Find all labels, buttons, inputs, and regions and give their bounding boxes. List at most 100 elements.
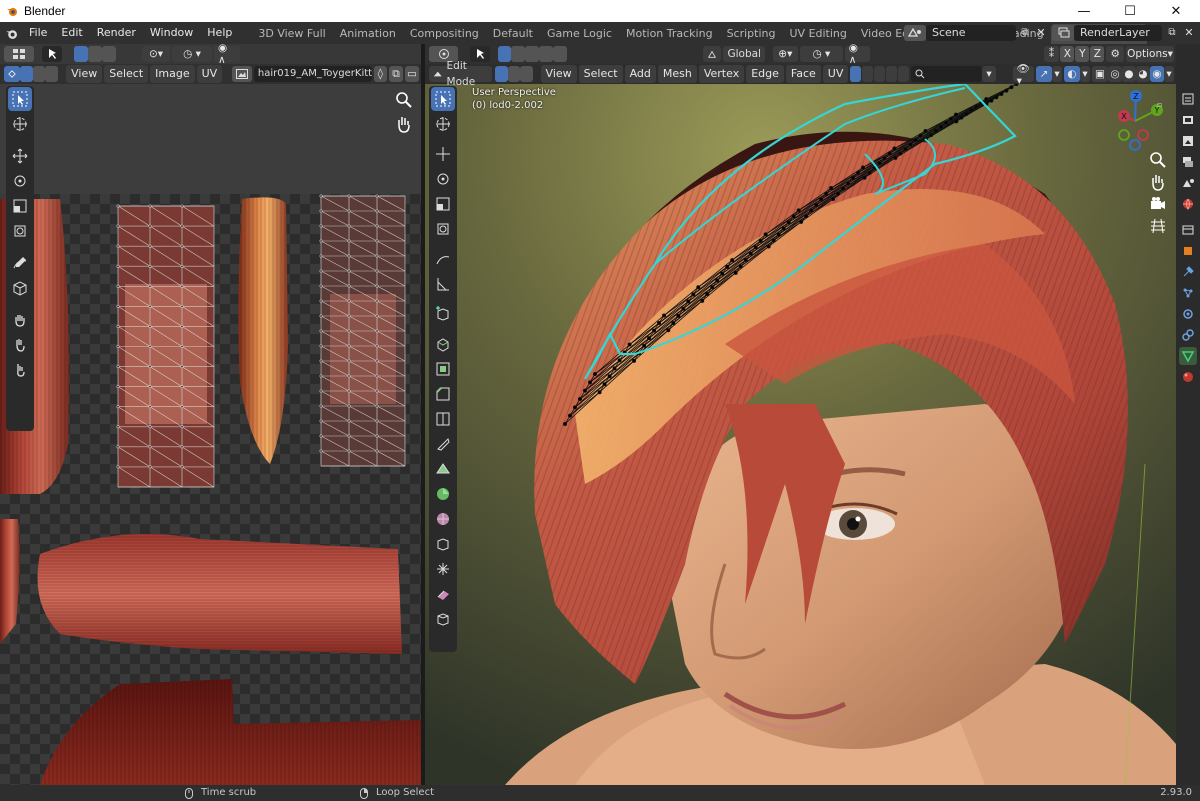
viewport-menu-add[interactable]: Add bbox=[624, 65, 656, 83]
properties-output-icon[interactable] bbox=[1179, 132, 1197, 150]
tab-game-logic[interactable]: Game Logic bbox=[540, 24, 619, 44]
vp-spin-tool-icon[interactable] bbox=[431, 482, 455, 506]
visibility-icon[interactable]: 👁▾ bbox=[1012, 63, 1034, 87]
maximize-button[interactable]: ☐ bbox=[1107, 0, 1153, 22]
edge-select-mode-icon[interactable] bbox=[507, 66, 521, 82]
proportional-icon[interactable]: ◉ ∧ bbox=[844, 44, 871, 66]
pivot-icon[interactable]: ⊕▾ bbox=[772, 46, 799, 62]
properties-modifier-icon[interactable] bbox=[1179, 263, 1197, 281]
tweak-select-tool-icon[interactable] bbox=[8, 87, 32, 111]
vp-poly-build-tool-icon[interactable] bbox=[431, 457, 455, 481]
search-field[interactable] bbox=[911, 66, 983, 82]
material-shading-icon[interactable]: ◕ bbox=[1135, 66, 1150, 82]
properties-view-layer-icon[interactable] bbox=[1179, 153, 1197, 171]
editor-type-button[interactable] bbox=[4, 46, 34, 62]
menu-file[interactable]: File bbox=[22, 22, 54, 44]
transform-tool-icon[interactable] bbox=[8, 219, 32, 243]
vp-cursor-tool-icon[interactable] bbox=[431, 112, 455, 136]
properties-particles-icon[interactable] bbox=[1179, 284, 1197, 302]
select-mode-new-icon[interactable] bbox=[74, 46, 88, 62]
cage-tool-icon[interactable] bbox=[8, 276, 32, 300]
overlay-dropdown-icon[interactable]: ▾ bbox=[1079, 66, 1090, 82]
image-browse-icon[interactable] bbox=[231, 66, 252, 82]
material-slot-icon[interactable] bbox=[850, 66, 862, 82]
viewport-canvas[interactable] bbox=[425, 44, 1176, 785]
transform-orientation-icon[interactable] bbox=[703, 46, 722, 62]
viewport-menu-edge[interactable]: Edge bbox=[746, 65, 784, 83]
properties-data-icon[interactable] bbox=[1179, 347, 1197, 365]
vp-edge-slide-tool-icon[interactable] bbox=[431, 532, 455, 556]
properties-scene-icon[interactable] bbox=[1179, 174, 1197, 192]
vp-add-cube-tool-icon[interactable] bbox=[431, 302, 455, 326]
vp-rotate-tool-icon[interactable] bbox=[431, 167, 455, 191]
viewport-select-new-icon[interactable] bbox=[497, 46, 512, 62]
vertex-select-mode-icon[interactable] bbox=[495, 66, 508, 82]
rotate-tool-icon[interactable] bbox=[8, 169, 32, 193]
shading-icon-d[interactable] bbox=[898, 66, 910, 82]
uv-menu-select[interactable]: Select bbox=[104, 65, 149, 83]
viewport-select-subtract-icon[interactable] bbox=[525, 46, 539, 62]
image-name-field[interactable]: hair019_AM_ToygerKitten_S3conv.dds bbox=[253, 66, 372, 82]
pinch-tool-icon[interactable] bbox=[8, 358, 32, 382]
uv-face-mode-icon[interactable] bbox=[45, 66, 58, 82]
close-button[interactable]: ✕ bbox=[1153, 0, 1199, 22]
vp-extrude-tool-icon[interactable] bbox=[431, 332, 455, 356]
gizmo-dropdown-icon[interactable]: ▾ bbox=[1051, 66, 1062, 82]
solid-shading-icon[interactable]: ● bbox=[1121, 66, 1136, 82]
properties-physics-icon[interactable] bbox=[1179, 305, 1197, 323]
tab-compositing[interactable]: Compositing bbox=[403, 24, 486, 44]
uv-pan-icon[interactable] bbox=[394, 114, 414, 134]
vp-annotate-tool-icon[interactable] bbox=[431, 247, 455, 271]
vp-knife-tool-icon[interactable] bbox=[431, 432, 455, 456]
shading-icon-b[interactable] bbox=[874, 66, 886, 82]
move-tool-icon[interactable] bbox=[8, 144, 32, 168]
vp-shrink-fatten-tool-icon[interactable] bbox=[431, 557, 455, 581]
menu-edit[interactable]: Edit bbox=[54, 22, 89, 44]
viewport-menu-mesh[interactable]: Mesh bbox=[657, 65, 697, 83]
options-dropdown[interactable]: Options ▾ bbox=[1125, 46, 1174, 62]
vp-select-box-tool-icon[interactable] bbox=[431, 87, 455, 111]
scale-tool-icon[interactable] bbox=[8, 194, 32, 218]
viewport-select-extend-icon[interactable] bbox=[511, 46, 526, 62]
tab-default[interactable]: Default bbox=[486, 24, 540, 44]
pivot-point-icon[interactable]: ⊙▾ bbox=[142, 46, 170, 62]
relax-tool-icon[interactable] bbox=[8, 333, 32, 357]
menu-window[interactable]: Window bbox=[143, 22, 200, 44]
properties-material-icon[interactable] bbox=[1179, 368, 1197, 386]
properties-world-icon[interactable] bbox=[1179, 195, 1197, 213]
vp-move-tool-icon[interactable] bbox=[431, 142, 455, 166]
mirror-y-button[interactable]: Y bbox=[1075, 46, 1090, 62]
tool-settings-icon[interactable]: ⚙ bbox=[1106, 46, 1124, 62]
vp-rip-tool-icon[interactable] bbox=[431, 607, 455, 631]
menu-render[interactable]: Render bbox=[90, 22, 143, 44]
cursor-tool-icon[interactable] bbox=[8, 112, 32, 136]
uv-menu-image[interactable]: Image bbox=[150, 65, 195, 83]
vp-measure-tool-icon[interactable] bbox=[431, 272, 455, 296]
viewport-select-invert-icon[interactable] bbox=[538, 46, 553, 62]
view-layer-name-field[interactable]: RenderLayer bbox=[1074, 25, 1162, 41]
snapping-icon[interactable]: ◷ ▾ bbox=[800, 46, 843, 62]
snap-toggle-icon[interactable]: ◷ ▾ bbox=[172, 46, 212, 62]
uv-sync-selection-icon[interactable] bbox=[4, 66, 20, 82]
shading-icon-a[interactable] bbox=[862, 66, 874, 82]
new-image-icon[interactable]: ⧉ bbox=[388, 66, 403, 82]
gizmo-toggle-icon[interactable]: ↗ bbox=[1035, 66, 1052, 82]
vp-smooth-tool-icon[interactable] bbox=[431, 507, 455, 531]
wireframe-shading-icon[interactable]: ◎ bbox=[1107, 66, 1122, 82]
viewport-menu-select[interactable]: Select bbox=[578, 65, 623, 83]
proportional-edit-icon[interactable]: ◉ ∧ bbox=[214, 44, 240, 66]
uv-vertex-mode-icon[interactable] bbox=[20, 66, 33, 82]
properties-constraints-icon[interactable] bbox=[1179, 326, 1197, 344]
viewport-menu-uv[interactable]: UV bbox=[822, 65, 849, 83]
rendered-shading-icon[interactable]: ◉ bbox=[1149, 66, 1164, 82]
mirror-z-button[interactable]: Z bbox=[1090, 46, 1105, 62]
select-mode-extend-icon[interactable] bbox=[88, 46, 102, 62]
viewport-menu-view[interactable]: View bbox=[540, 65, 577, 83]
menu-help[interactable]: Help bbox=[200, 22, 239, 44]
scene-new-icon[interactable]: ⧉ bbox=[1017, 25, 1033, 41]
select-tool-header-icon[interactable] bbox=[42, 46, 62, 62]
scene-browse-button[interactable] bbox=[904, 25, 926, 41]
viewport-select-intersect-icon[interactable] bbox=[552, 46, 567, 62]
vp-bevel-tool-icon[interactable] bbox=[431, 382, 455, 406]
properties-render-icon[interactable] bbox=[1179, 111, 1197, 129]
